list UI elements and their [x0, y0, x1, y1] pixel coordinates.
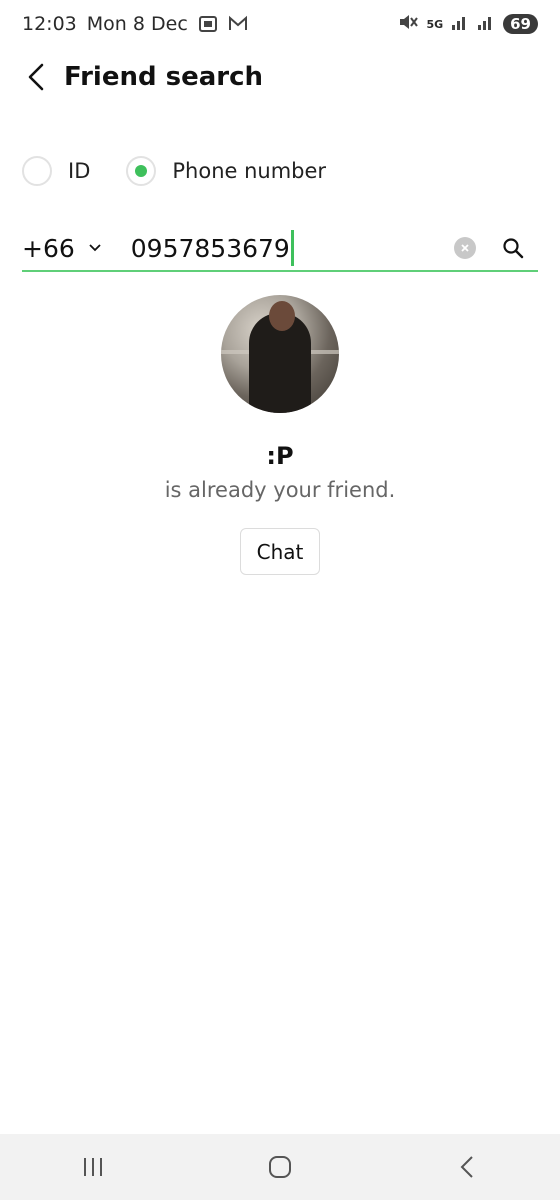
mute-icon	[398, 13, 419, 36]
phone-search-row: +66 0957853679	[22, 226, 538, 272]
friend-name: :P	[266, 442, 294, 470]
search-button[interactable]	[500, 235, 526, 261]
status-left: 12:03 Mon 8 Dec	[22, 13, 248, 35]
search-type-radio-group: ID Phone number	[22, 156, 362, 186]
phone-number-input[interactable]: 0957853679	[131, 228, 454, 268]
radio-option-phone[interactable]: Phone number	[126, 156, 326, 186]
signal-icon	[451, 13, 469, 35]
gmail-icon	[228, 15, 248, 33]
radio-label-phone: Phone number	[172, 159, 327, 183]
radio-circle-phone[interactable]	[126, 156, 157, 186]
screenshot-icon	[198, 15, 218, 33]
back-button[interactable]	[12, 52, 62, 102]
status-right: 5G 69	[398, 13, 538, 36]
friend-avatar[interactable]	[221, 295, 339, 413]
home-button[interactable]	[250, 1142, 310, 1192]
friend-status: is already your friend.	[164, 478, 396, 502]
phone-number-value: 0957853679	[130, 233, 290, 263]
battery-indicator: 69	[503, 14, 538, 34]
avatar-head	[269, 301, 295, 331]
text-cursor	[290, 230, 294, 266]
friend-search-screen: 12:03 Mon 8 Dec 5G 69 Friend search ID P…	[0, 0, 560, 1200]
status-bar: 12:03 Mon 8 Dec 5G 69	[0, 0, 560, 48]
clear-button[interactable]	[454, 237, 476, 259]
recent-apps-icon	[84, 1158, 103, 1176]
country-code-selector[interactable]: +66	[22, 234, 101, 263]
page-title: Friend search	[64, 62, 264, 92]
chevron-down-icon	[89, 244, 101, 252]
status-time: 12:03	[22, 13, 77, 35]
close-icon	[461, 244, 469, 252]
header: Friend search	[0, 52, 560, 102]
chevron-left-icon	[28, 63, 44, 91]
home-icon	[268, 1156, 291, 1178]
radio-label-id: ID	[68, 159, 91, 183]
radio-circle-id[interactable]	[22, 156, 52, 186]
status-date: Mon 8 Dec	[86, 13, 188, 35]
search-icon	[503, 238, 524, 259]
network-type-label: 5G	[426, 17, 444, 31]
radio-option-id[interactable]: ID	[22, 156, 90, 186]
recent-apps-button[interactable]	[63, 1142, 123, 1192]
navigation-bar	[0, 1134, 560, 1200]
nav-back-button[interactable]	[437, 1142, 497, 1192]
country-code-value: +66	[22, 233, 75, 263]
signal-icon-2	[477, 13, 495, 35]
back-arrow-icon	[460, 1156, 473, 1178]
chat-button[interactable]: Chat	[240, 528, 320, 575]
